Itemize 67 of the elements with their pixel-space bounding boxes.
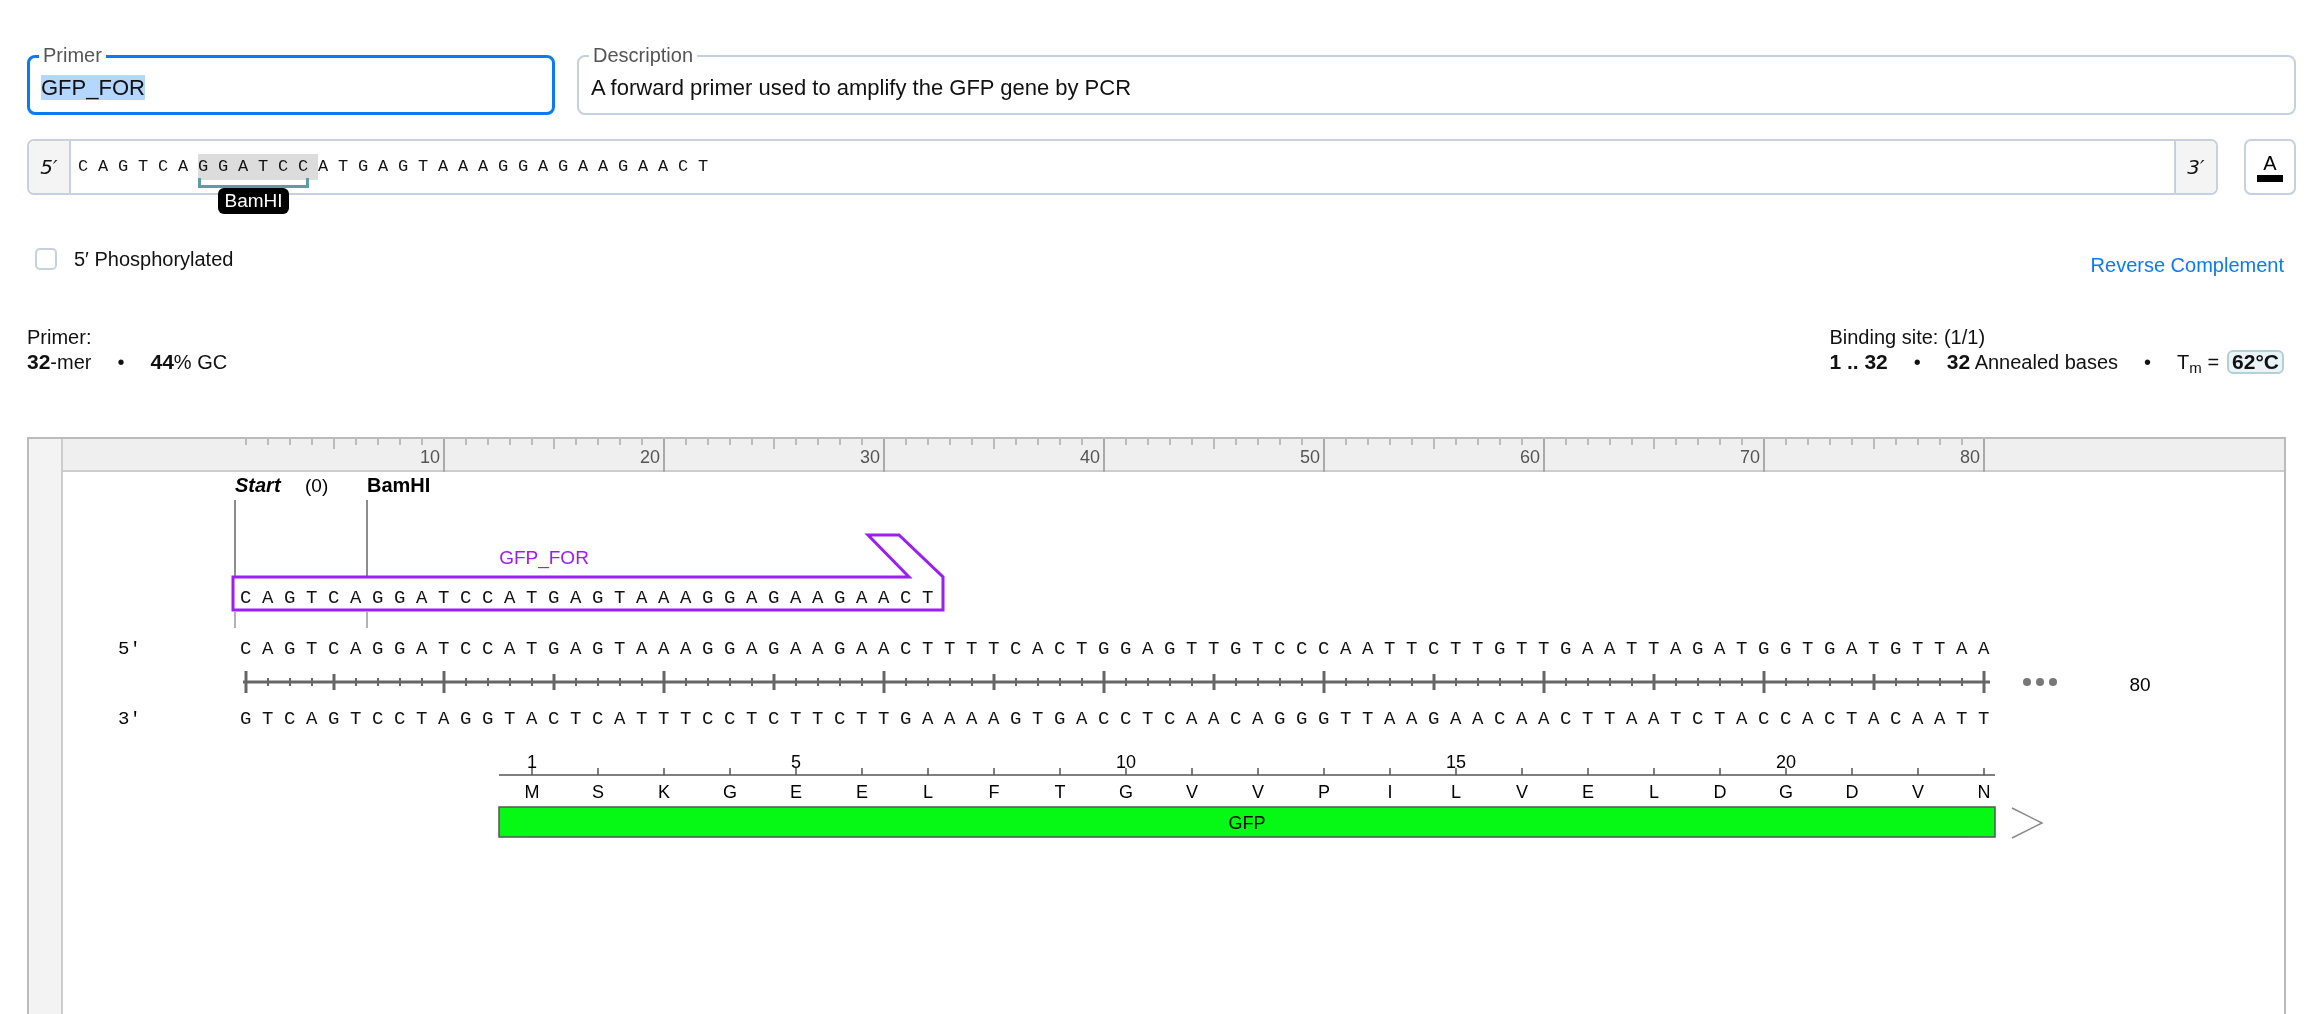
amino-acid-letter: L [1649,782,1659,802]
stat-text: 1 .. 32 [1829,350,1888,374]
amino-acid-letter: G [1779,782,1793,802]
amino-acid-letter: G [1119,782,1133,802]
text-color-button[interactable]: A [2244,139,2296,195]
separator-dot: • [117,350,125,374]
marker-label: Start [235,474,281,496]
amino-acid-letter: V [1252,782,1264,802]
stats-title: Primer: [27,325,93,349]
amino-acid-letter: L [1451,782,1461,802]
residue-number: 15 [1446,752,1466,772]
bottom-strand-sequence: GTCAGTCCTAGGTACTCATTTCCTCTTCTTGAAAAGTGACCTCAACAGGGTTAAGAACAACTTAATCTACCACTACAATT [240,708,1990,730]
residue-number: 1 [527,752,537,772]
residue-number: 5 [791,752,801,772]
ruler-label: 10 [419,447,440,468]
separator-dot: • [2144,350,2152,374]
ellipsis-icon [2023,678,2057,686]
amino-acid-letter: L [923,782,933,802]
chevron-right-icon [2011,807,2044,839]
site-label: BamHI [218,188,289,214]
top-strand-sequence: CAGTCAGGATCCATGAGTAAAGGAGAAGAACTTTTCACTGGAGTTGTCCCAATTCTTGTTGAATTAGATGGTGATGTTAA [240,638,1990,660]
ruler-label: 40 [1079,447,1100,468]
amino-acid-letter: P [1318,782,1330,802]
amino-acid-letter: D [1845,782,1859,802]
amino-acid-letter: V [1912,782,1924,802]
strand-label: 3′ [118,708,141,730]
stat-text: 44% GC [150,350,228,374]
temperature-badge: 62°C [2227,350,2284,374]
feature-label: GFP [1228,813,1266,833]
ruler-label: 60 [1519,447,1540,468]
amino-acid-letter: K [658,782,670,802]
stat-text: T$_{m}$ = [2177,350,2220,374]
amino-acid-letter: V [1516,782,1528,802]
strand-label: 5′ [118,638,141,660]
ruler-label: 50 [1299,447,1320,468]
ruler-label: 20 [639,447,660,468]
amino-acid-letter: I [1387,782,1393,802]
residue-number: 10 [1116,752,1136,772]
amino-acid-letter: F [988,782,1000,802]
amino-acid-letter: E [1582,782,1594,802]
amino-acid-letter: D [1713,782,1727,802]
stat-text: 32 Annealed bases [1946,350,2119,374]
ruler-label: 70 [1739,447,1760,468]
separator-dot: • [1913,350,1921,374]
amino-acid-letter: E [856,782,868,802]
stat-text: 32-mer [27,350,92,374]
reverse-complement-link[interactable]: Reverse Complement [2090,250,2284,280]
amino-acid-letter: T [1054,782,1066,802]
amino-acid-letter: G [723,782,737,802]
length-label: 80 [2129,674,2151,695]
marker-position: (0) [305,475,329,496]
residue-number: 20 [1776,752,1796,772]
checkbox[interactable] [35,248,57,270]
amino-acid-letter: S [592,782,604,802]
ruler-label: 30 [859,447,880,468]
stats-title: Binding site: (1/1) [1829,325,1987,349]
amino-acid-letter: E [790,782,802,802]
amino-acid-letter: N [1977,782,1991,802]
primer-label: GFP_FOR [499,547,589,568]
amino-acid-letter: V [1186,782,1198,802]
checkbox-label: 5′ Phosphorylated [74,247,234,272]
marker-label: BamHI [367,474,431,496]
primer-sequence: CAGTCAGGATCCATGAGTAAAGGAGAAGAACT [240,587,934,609]
amino-acid-letter: M [524,782,540,802]
ruler-label: 80 [1959,447,1980,468]
marker-line [366,611,368,629]
marker-line [234,611,236,629]
